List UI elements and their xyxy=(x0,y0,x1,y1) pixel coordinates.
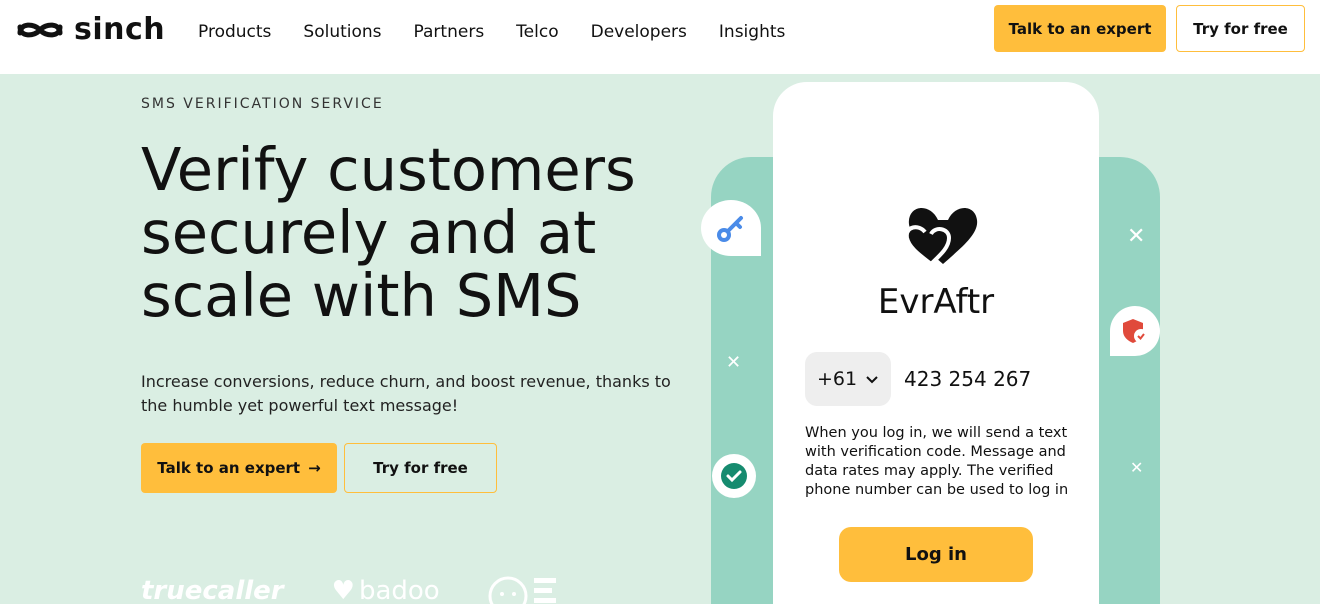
sinch-logo[interactable]: sinch xyxy=(16,12,165,47)
aiqfome-logo xyxy=(488,574,564,608)
verification-disclaimer: When you log in, we will send a text wit… xyxy=(805,425,1069,498)
talk-to-expert-button-header[interactable]: Talk to an expert xyxy=(994,5,1166,52)
close-icon: ✕ xyxy=(1127,224,1146,249)
shield-check-icon xyxy=(1123,319,1148,343)
sinch-mark-icon xyxy=(17,22,63,37)
logo-text: sinch xyxy=(74,12,166,47)
nav-insights[interactable]: Insights xyxy=(719,22,785,42)
check-bubble xyxy=(712,454,756,498)
hero-headline: Verify customers securely and at scale w… xyxy=(141,135,636,330)
shield-bubble xyxy=(1110,306,1160,356)
evraftr-logo-icon xyxy=(904,208,978,267)
truecaller-logo: truecaller xyxy=(141,576,284,606)
brand-name: EvrAftr xyxy=(877,282,995,322)
phone-mockup: EvrAftr +61 423 254 267 When you log in,… xyxy=(773,82,1099,612)
talk-to-expert-button[interactable]: Talk to an expert → xyxy=(141,443,337,493)
hero-subtext: Increase conversions, reduce churn, and … xyxy=(141,372,671,415)
header: sinch Products Solutions Partners Telco … xyxy=(0,0,1320,74)
nav-products[interactable]: Products xyxy=(198,22,271,42)
arrow-right-icon: → xyxy=(308,459,321,477)
key-bubble xyxy=(701,200,761,256)
customer-logos: truecaller ♥ badoo xyxy=(141,574,564,608)
aiqfome-mark-icon xyxy=(488,576,556,608)
country-code-value: +61 xyxy=(816,368,858,390)
nav-solutions[interactable]: Solutions xyxy=(303,22,381,42)
hero-eyebrow: SMS VERIFICATION SERVICE xyxy=(141,96,384,112)
check-circle-icon xyxy=(721,463,747,489)
log-in-button[interactable]: Log in xyxy=(839,527,1033,582)
country-code-select[interactable]: +61 xyxy=(805,352,891,406)
nav-developers[interactable]: Developers xyxy=(591,22,687,42)
phone-number-input[interactable]: 423 254 267 xyxy=(904,367,1031,391)
nav-partners[interactable]: Partners xyxy=(414,22,485,42)
try-for-free-button[interactable]: Try for free xyxy=(344,443,497,493)
badoo-logo: ♥ badoo xyxy=(332,576,440,606)
talk-to-expert-label: Talk to an expert xyxy=(157,459,301,477)
close-icon: ✕ xyxy=(726,352,742,373)
heart-icon: ♥ xyxy=(331,576,355,606)
hero-section: SMS VERIFICATION SERVICE Verify customer… xyxy=(0,74,1320,612)
close-icon: ✕ xyxy=(1130,458,1144,477)
try-for-free-button-header[interactable]: Try for free xyxy=(1176,5,1305,52)
key-icon xyxy=(717,216,743,242)
badoo-logo-text: badoo xyxy=(358,576,440,606)
nav-telco[interactable]: Telco xyxy=(516,22,558,42)
main-nav: Products Solutions Partners Telco Develo… xyxy=(198,22,817,42)
chevron-down-icon xyxy=(865,368,879,390)
